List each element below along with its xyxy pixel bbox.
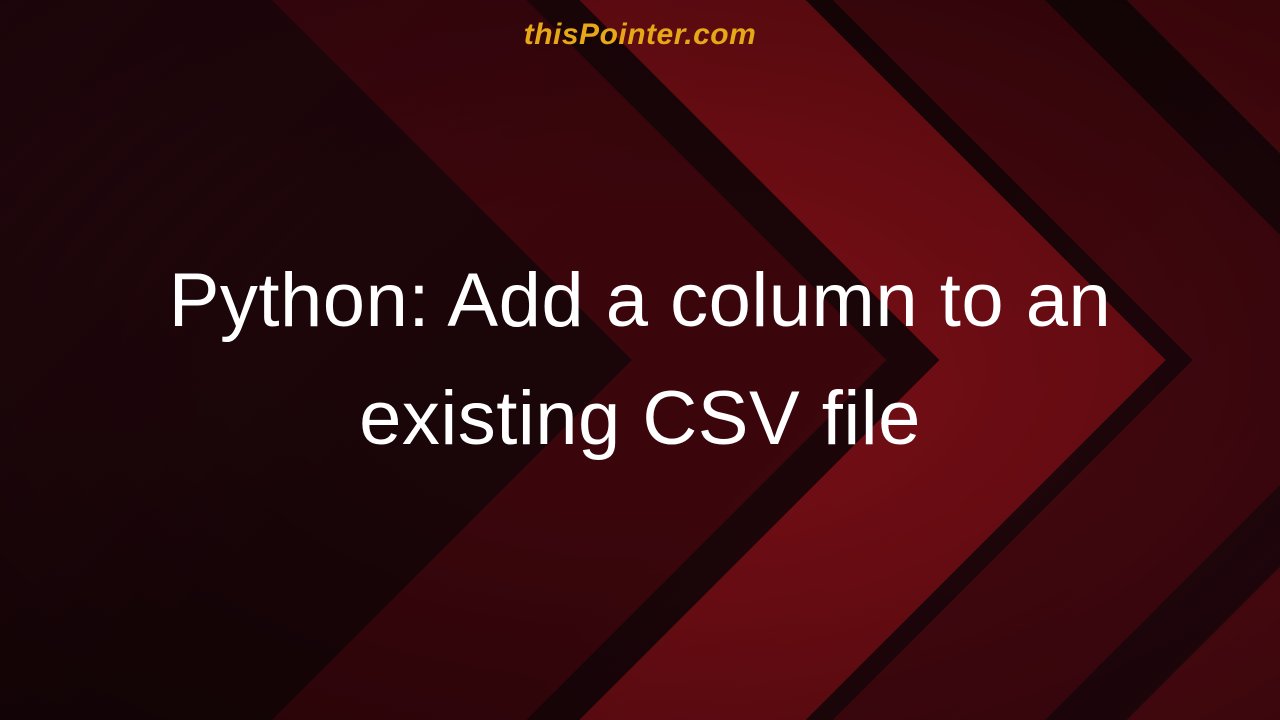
article-title: Python: Add a column to an existing CSV … (60, 242, 1220, 478)
title-container: Python: Add a column to an existing CSV … (0, 0, 1280, 720)
